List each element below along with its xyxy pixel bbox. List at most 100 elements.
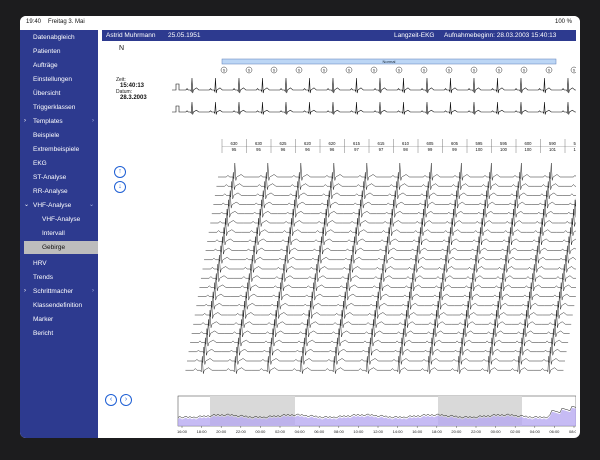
mountain-trace <box>185 356 384 374</box>
heart-rate: 96 <box>305 147 310 152</box>
sidebar-item-label: Extrembeispiele <box>33 146 80 153</box>
sidebar-item-beispiele[interactable]: Beispiele <box>20 129 98 142</box>
battery-indicator: 100 % <box>554 19 572 25</box>
mountain-trace <box>187 346 385 365</box>
sidebar-item-label: Aufträge <box>33 62 58 69</box>
sidebar-item-intervall[interactable]: Intervall <box>20 227 98 240</box>
mountain-trace <box>416 162 576 181</box>
recording-mode: Langzeit-EKG <box>394 32 435 39</box>
mountain-trace <box>389 319 570 337</box>
ecg-strip-2 <box>172 101 576 115</box>
heart-rate: 95 <box>232 147 237 152</box>
ecg-strip-1 <box>172 77 576 94</box>
heart-rate: 102 <box>574 147 577 152</box>
mountain-trace <box>392 300 573 319</box>
rr-interval: 610 <box>402 141 410 146</box>
status-bar: 19:40 Freitag 3. Mai 100 % <box>20 16 580 30</box>
mountain-trace <box>400 254 576 273</box>
sidebar-item-gebirge[interactable]: Gebirge <box>24 241 98 254</box>
trend-time-label: 18:00 <box>432 429 443 434</box>
chevron-right-icon: › <box>92 288 94 294</box>
heart-rate: 96 <box>330 147 335 152</box>
sidebar-item-vhf-analyse-group[interactable]: ⌄ VHF-Analyse ⌄ <box>20 199 98 212</box>
sidebar-item-bericht[interactable]: Bericht <box>20 327 98 340</box>
mountain-trace <box>395 282 576 301</box>
beat-marker-label: S <box>523 68 526 73</box>
sidebar-item-label: Marker <box>33 316 54 323</box>
trend-time-label: 20:00 <box>216 429 227 434</box>
sidebar-item-label: VHF-Analyse <box>33 202 72 209</box>
mountain-trace <box>204 245 403 264</box>
beat-marker-label: S <box>223 68 226 73</box>
mountain-trace <box>213 190 412 209</box>
rr-interval: 605 <box>451 141 459 146</box>
rr-interval: 615 <box>353 141 361 146</box>
beat-marker-label: S <box>498 68 501 73</box>
trend-time-label: 04:00 <box>295 429 306 434</box>
rr-interval: 630 <box>231 141 239 146</box>
sidebar-item-label: Templates <box>33 118 63 125</box>
mountain-trace <box>205 236 404 255</box>
mountain-trace <box>202 254 401 273</box>
trend-time-label: 12:00 <box>373 429 384 434</box>
chevron-down-icon: ⌄ <box>24 202 30 208</box>
ecg-view: N Zeit: 15:40:13 Datum: 28.3.2003 ↑ ↓ ‹ … <box>102 42 576 438</box>
mountain-trace <box>210 208 409 227</box>
sidebar-item-trends[interactable]: Trends <box>20 271 98 284</box>
trend-time-label: 16:00 <box>177 429 188 434</box>
heart-rate: 97 <box>379 147 384 152</box>
mountain-trace <box>385 346 565 365</box>
mountain-trace <box>383 356 564 374</box>
mountain-trace <box>197 282 396 301</box>
sidebar-item-label: ST-Analyse <box>33 174 67 181</box>
patient-birthdate: 25.05.1951 <box>168 32 201 39</box>
mountain-trace <box>405 227 576 245</box>
trend-time-label: 14:00 <box>393 429 404 434</box>
trend-time-label: 18:00 <box>197 429 208 434</box>
trend-time-label: 06:00 <box>549 429 560 434</box>
sidebar-item-ekg[interactable]: EKG <box>20 157 98 170</box>
sidebar-item-label: EKG <box>33 160 47 167</box>
trend-time-label: 10:00 <box>353 429 364 434</box>
beat-marker-label: S <box>448 68 451 73</box>
heart-rate: 99 <box>452 147 457 152</box>
mountain-trace <box>412 181 576 199</box>
sidebar-item-triggerklassen[interactable]: Triggerklassen <box>20 101 98 114</box>
device-frame: 19:40 Freitag 3. Mai 100 % Datenabgleich… <box>0 0 600 460</box>
sidebar-item-hrv[interactable]: HRV <box>20 257 98 270</box>
sidebar-item-datenabgleich[interactable]: Datenabgleich <box>20 31 98 44</box>
rr-interval: 630 <box>255 141 263 146</box>
mountain-trace <box>394 291 575 310</box>
sidebar-item-extrembeispiele[interactable]: Extrembeispiele <box>20 143 98 156</box>
mountain-trace <box>193 310 392 328</box>
sidebar-item-label: Datenabgleich <box>33 34 75 41</box>
mountain-trace <box>208 218 407 236</box>
mountain-trace <box>200 264 399 282</box>
sidebar-item-label: Klassendefinition <box>33 302 83 309</box>
sidebar-item-st-analyse[interactable]: ST-Analyse <box>20 171 98 184</box>
heart-rate: 100 <box>525 147 533 152</box>
trend-time-label: 06:00 <box>314 429 325 434</box>
recording-start: Aufnahmebeginn: 28.03.2003 15:40:13 <box>444 32 557 39</box>
sidebar-item-einstellungen[interactable]: Einstellungen <box>20 73 98 86</box>
mountain-trace <box>218 162 416 181</box>
heart-rate: 99 <box>428 147 433 152</box>
mountain-trace <box>403 236 576 255</box>
rr-interval: 590 <box>549 141 557 146</box>
sidebar-item-vhf-analyse[interactable]: VHF-Analyse <box>20 213 98 226</box>
sidebar-item-schrittmacher[interactable]: › Schrittmacher › <box>20 285 98 298</box>
sidebar-item-label: RR-Analyse <box>33 188 68 195</box>
mountain-trace <box>190 328 389 347</box>
sidebar-item-templates[interactable]: › Templates › <box>20 115 98 128</box>
mountain-trace <box>216 172 415 190</box>
heart-rate: 101 <box>549 147 557 152</box>
sidebar-item-patienten[interactable]: Patienten <box>20 45 98 58</box>
beat-marker-label: S <box>348 68 351 73</box>
sidebar-item-marker[interactable]: Marker <box>20 313 98 326</box>
mountain-trace <box>191 319 390 337</box>
sidebar-item-uebersicht[interactable]: Übersicht <box>20 87 98 100</box>
sidebar-item-rr-analyse[interactable]: RR-Analyse <box>20 185 98 198</box>
sidebar-item-auftraege[interactable]: Aufträge <box>20 59 98 72</box>
sidebar-item-klassendefinition[interactable]: Klassendefinition <box>20 299 98 312</box>
trend-time-label: 00:00 <box>491 429 502 434</box>
